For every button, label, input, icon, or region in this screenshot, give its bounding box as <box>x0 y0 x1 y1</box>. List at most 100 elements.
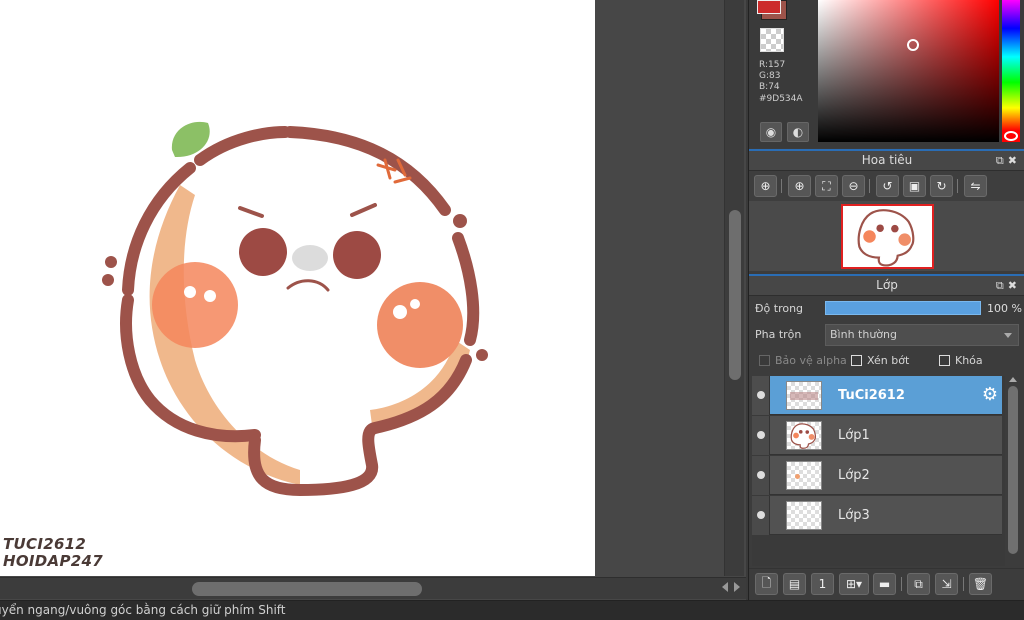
navigator-panel-header: Hoa tiêu ⧉✖ <box>749 149 1024 171</box>
layer-visibility-toggle[interactable] <box>752 456 770 495</box>
blend-mode-label: Pha trộn <box>755 328 802 341</box>
navigator-preview-thumbnail[interactable] <box>841 204 934 269</box>
layer-row[interactable]: Lớp1 <box>752 416 1002 455</box>
duplicate-layer-button[interactable]: ⧉ <box>907 573 930 595</box>
canvas-vertical-scrollbar[interactable] <box>724 0 744 576</box>
layer-thumbnail <box>786 381 822 410</box>
status-bar: uyển ngang/vuông góc bằng cách giữ phím … <box>0 600 1024 620</box>
color-panel: R:157 G:83 B:74 #9D534A ◉ ◐ <box>749 0 1024 148</box>
delete-layer-icon: 🗑 <box>972 577 989 591</box>
toolbar-separator <box>957 179 958 193</box>
status-text: uyển ngang/vuông góc bằng cách giữ phím … <box>0 603 286 617</box>
rotate-right-icon: ↻ <box>936 179 947 193</box>
layer-list-scrollbar[interactable] <box>1005 376 1021 566</box>
blend-mode-select[interactable]: Bình thường <box>825 324 1019 346</box>
palette-icon: ◉ <box>765 125 777 139</box>
detach-panel-icon[interactable]: ⧉ <box>996 154 1008 167</box>
layer-opacity-row: Độ trong 100 % <box>749 296 1024 322</box>
protect-alpha-checkbox[interactable] <box>759 355 770 366</box>
opacity-slider[interactable] <box>825 301 981 315</box>
transparent-color-swatch[interactable] <box>760 28 784 52</box>
layer-panel-header: Lớp ⧉✖ <box>749 274 1024 296</box>
zoom-fit-button[interactable]: ⊕ <box>754 175 777 197</box>
detach-panel-icon[interactable]: ⧉ <box>996 279 1008 292</box>
close-panel-icon[interactable]: ✖ <box>1008 279 1021 292</box>
hue-slider[interactable] <box>1002 0 1020 142</box>
blend-mode-value: Bình thường <box>830 328 897 341</box>
new-halftone-layer-button[interactable]: ▤ <box>783 573 806 595</box>
fit-window-icon: ⛶ <box>822 178 831 193</box>
layer-panel-title: Lớp <box>876 278 898 292</box>
opacity-label: Độ trong <box>755 302 804 315</box>
toolbar-separator <box>869 179 870 193</box>
layer-name: Lớp1 <box>838 428 870 443</box>
drawing-canvas[interactable]: TUCI2612 HOIDAP247 <box>0 0 595 576</box>
layer1-preview <box>790 423 817 449</box>
toolbar-separator <box>781 179 782 193</box>
merge-layer-button[interactable]: ⇲ <box>935 573 958 595</box>
scroll-left-arrow-icon[interactable] <box>722 582 728 592</box>
zoom-in-icon: ⊕ <box>794 179 805 193</box>
layer-row[interactable]: Lớp3 <box>752 496 1002 535</box>
zoom-out-button[interactable]: ⊖ <box>842 175 865 197</box>
fit-window-button[interactable]: ⛶ <box>815 175 838 197</box>
flip-button[interactable]: ⇋ <box>964 175 987 197</box>
lock-checkbox[interactable] <box>939 355 950 366</box>
layer-visibility-toggle[interactable] <box>752 496 770 535</box>
layer-thumbnail <box>786 421 822 450</box>
navigator-preview-area[interactable] <box>749 201 1024 271</box>
right-side-panel: R:157 G:83 B:74 #9D534A ◉ ◐ Hoa tiêu ⧉✖ … <box>748 0 1024 600</box>
layer-row[interactable]: Lớp2 <box>752 456 1002 495</box>
eye-icon <box>757 471 765 479</box>
canvas-horizontal-scrollbar[interactable] <box>0 577 746 599</box>
reset-view-button[interactable]: ▣ <box>903 175 926 197</box>
layer-name: TuCi2612 <box>838 388 905 403</box>
navigator-title: Hoa tiêu <box>861 153 913 167</box>
layer-scroll-thumb[interactable] <box>1008 386 1018 554</box>
color-history-button[interactable]: ◐ <box>787 122 809 142</box>
saturation-value-picker[interactable] <box>818 0 999 142</box>
new-halftone-layer-icon: ▤ <box>788 577 801 591</box>
chevron-down-icon <box>1004 333 1012 338</box>
gear-icon[interactable]: ⚙ <box>980 385 1000 405</box>
new-folder-button[interactable]: ▬ <box>873 573 896 595</box>
layer-row[interactable]: TuCi2612 ⚙ <box>752 376 1002 415</box>
navigator-toolbar: ⊕ ⊕ ⛶ ⊖ ↺ ▣ ↻ ⇋ <box>749 171 1024 201</box>
toolbar-separator <box>963 577 964 591</box>
zoom-in-button[interactable]: ⊕ <box>788 175 811 197</box>
rotate-left-button[interactable]: ↺ <box>876 175 899 197</box>
vertical-scroll-thumb[interactable] <box>729 210 741 380</box>
layer-visibility-toggle[interactable] <box>752 416 770 455</box>
rotate-right-button[interactable]: ↻ <box>930 175 953 197</box>
layer-thumbnail <box>786 461 822 490</box>
layer-list: TuCi2612 ⚙ Lớp1 Lớp2 Lớp3 <box>752 376 1006 566</box>
new-layer-icon: 🗋 <box>761 575 772 590</box>
red-value: R:157 <box>759 60 786 70</box>
add-layer-dropdown-button[interactable]: ⊞▾ <box>839 573 869 595</box>
paint-app-window: TUCI2612 HOIDAP247 R:157 G:83 B:74 #9D53… <box>0 0 1024 620</box>
new-1bit-layer-button[interactable]: 1 <box>811 573 834 595</box>
delete-layer-button[interactable]: 🗑 <box>969 573 992 595</box>
layer2-preview <box>795 474 800 479</box>
scroll-right-arrow-icon[interactable] <box>734 582 740 592</box>
horizontal-scroll-thumb[interactable] <box>192 582 422 596</box>
eye-icon <box>757 511 765 519</box>
canvas-viewport[interactable]: TUCI2612 HOIDAP247 <box>0 0 746 600</box>
new-folder-icon: ▬ <box>878 577 891 591</box>
layer-visibility-toggle[interactable] <box>752 376 770 415</box>
hue-slider-handle[interactable] <box>1004 131 1018 141</box>
lock-label: Khóa <box>955 354 983 367</box>
color-palette-button[interactable]: ◉ <box>760 122 782 142</box>
clipping-label: Xén bớt <box>867 354 910 367</box>
clipping-checkbox[interactable] <box>851 355 862 366</box>
scroll-up-arrow-icon[interactable] <box>1009 377 1017 382</box>
new-1bit-layer-icon: 1 <box>818 577 827 591</box>
foreground-color-swatch[interactable] <box>757 0 781 14</box>
zoom-out-icon: ⊖ <box>848 179 859 193</box>
close-panel-icon[interactable]: ✖ <box>1008 154 1021 167</box>
toolbar-separator <box>901 577 902 591</box>
text-layer-preview <box>790 392 818 400</box>
new-layer-button[interactable]: 🗋 <box>755 573 778 595</box>
color-picker-cursor[interactable] <box>907 39 919 51</box>
navigator-preview-art <box>857 209 915 267</box>
